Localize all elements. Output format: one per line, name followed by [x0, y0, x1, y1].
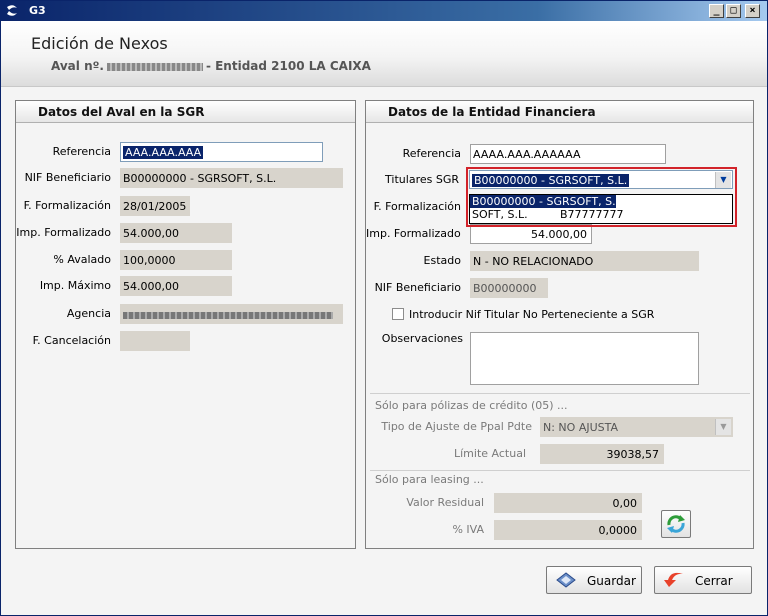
pct-avalado-label: % Avalado: [53, 253, 111, 266]
window-title: G3: [29, 4, 46, 17]
credit-section-separator: [370, 393, 750, 394]
referencia-value: AAA.AAA.AAA: [123, 146, 204, 159]
ef-referencia-field[interactable]: AAAA.AAA.AAAAAA: [470, 144, 666, 164]
agencia-field[interactable]: [120, 304, 343, 324]
subtitle-prefix: Aval nº.: [51, 59, 104, 73]
imp-maximo-field[interactable]: 54.000,00: [120, 276, 232, 296]
nif-beneficiario-field[interactable]: B00000000 - SGRSOFT, S.L.: [120, 168, 343, 188]
estado-field[interactable]: N - NO RELACIONADO: [470, 251, 699, 271]
close-window-button[interactable]: ×: [745, 4, 760, 18]
guardar-button[interactable]: Guardar: [546, 566, 642, 594]
limite-actual-field[interactable]: 39038,57: [540, 444, 664, 464]
f-cancelacion-label: F. Cancelación: [32, 334, 111, 347]
pct-iva-field[interactable]: 0,0000: [494, 520, 642, 540]
tipo-ajuste-value: N: NO AJUSTA: [543, 421, 619, 434]
credit-section-title: Sólo para pólizas de crédito (05) ...: [375, 399, 568, 412]
nif-no-perteneciente-checkbox[interactable]: [392, 308, 404, 320]
redacted-number: [106, 62, 203, 71]
page-subtitle: Aval nº. - Entidad 2100 LA CAIXA: [51, 59, 371, 73]
refresh-icon: [667, 515, 685, 533]
ef-nif-beneficiario-field[interactable]: B00000000: [470, 278, 548, 298]
imp-maximo-label: Imp. Máximo: [39, 279, 111, 292]
referencia-label: Referencia: [52, 145, 111, 158]
ef-nif-beneficiario-label: NIF Beneficiario: [374, 281, 461, 294]
highlight-box: [466, 167, 737, 227]
close-arrow-icon: [664, 572, 683, 587]
ef-imp-formalizado-field[interactable]: 54.000,00: [470, 224, 592, 244]
title-bar[interactable]: G3 _ □ ×: [1, 1, 767, 21]
page-title: Edición de Nexos: [31, 34, 168, 53]
cerrar-button[interactable]: Cerrar: [654, 566, 752, 594]
imp-formalizado-label: Imp. Formalizado: [16, 226, 111, 239]
pct-avalado-field[interactable]: 100,0000: [120, 250, 232, 270]
agencia-label: Agencia: [66, 307, 111, 320]
f-cancelacion-field[interactable]: [120, 331, 190, 351]
ef-imp-formalizado-label: Imp. Formalizado: [366, 227, 461, 240]
redacted-agencia: [123, 311, 333, 319]
aval-sgr-panel: Datos del Aval en la SGR Referencia AAA.…: [15, 100, 356, 549]
entidad-financiera-panel-title: Datos de la Entidad Financiera: [366, 101, 753, 123]
leasing-section-title: Sólo para leasing ...: [375, 473, 484, 486]
titulares-sgr-label: Titulares SGR: [385, 173, 459, 186]
g3-logo-icon: [7, 5, 17, 16]
chevron-down-icon[interactable]: ▼: [715, 419, 731, 435]
subtitle-suffix: - Entidad 2100 LA CAIXA: [205, 59, 371, 73]
tipo-ajuste-label: Tipo de Ajuste de Ppal Pdte: [381, 420, 532, 433]
f-formalizacion-label: F. Formalización: [23, 199, 111, 212]
nif-beneficiario-label: NIF Beneficiario: [24, 171, 111, 184]
imp-formalizado-field[interactable]: 54.000,00: [120, 223, 232, 243]
tipo-ajuste-select[interactable]: N: NO AJUSTA ▼: [540, 417, 733, 437]
application-window: G3 _ □ × Edición de Nexos Aval nº. - Enti…: [0, 0, 768, 616]
leasing-section-separator: [370, 470, 750, 471]
valor-residual-field[interactable]: 0,00: [494, 493, 642, 513]
referencia-field[interactable]: AAA.AAA.AAA: [120, 142, 323, 162]
limite-actual-label: Límite Actual: [454, 447, 526, 460]
pct-iva-label: % IVA: [452, 523, 484, 536]
estado-label: Estado: [423, 254, 461, 267]
observaciones-textarea[interactable]: [470, 332, 699, 385]
save-disk-icon: [556, 572, 576, 588]
valor-residual-label: Valor Residual: [406, 496, 484, 509]
ef-f-formalizacion-label: F. Formalización: [373, 200, 461, 213]
observaciones-label: Observaciones: [381, 332, 463, 345]
aval-sgr-panel-title: Datos del Aval en la SGR: [16, 101, 355, 123]
page-header: Edición de Nexos Aval nº. - Entidad 2100 …: [1, 21, 767, 87]
nif-no-perteneciente-label: Introducir Nif Titular No Perteneciente …: [409, 308, 655, 321]
maximize-button[interactable]: □: [726, 4, 741, 18]
refresh-button[interactable]: [661, 510, 691, 538]
minimize-button[interactable]: _: [709, 4, 724, 18]
ef-referencia-label: Referencia: [402, 147, 461, 160]
f-formalizacion-field[interactable]: 28/01/2005: [120, 196, 190, 216]
